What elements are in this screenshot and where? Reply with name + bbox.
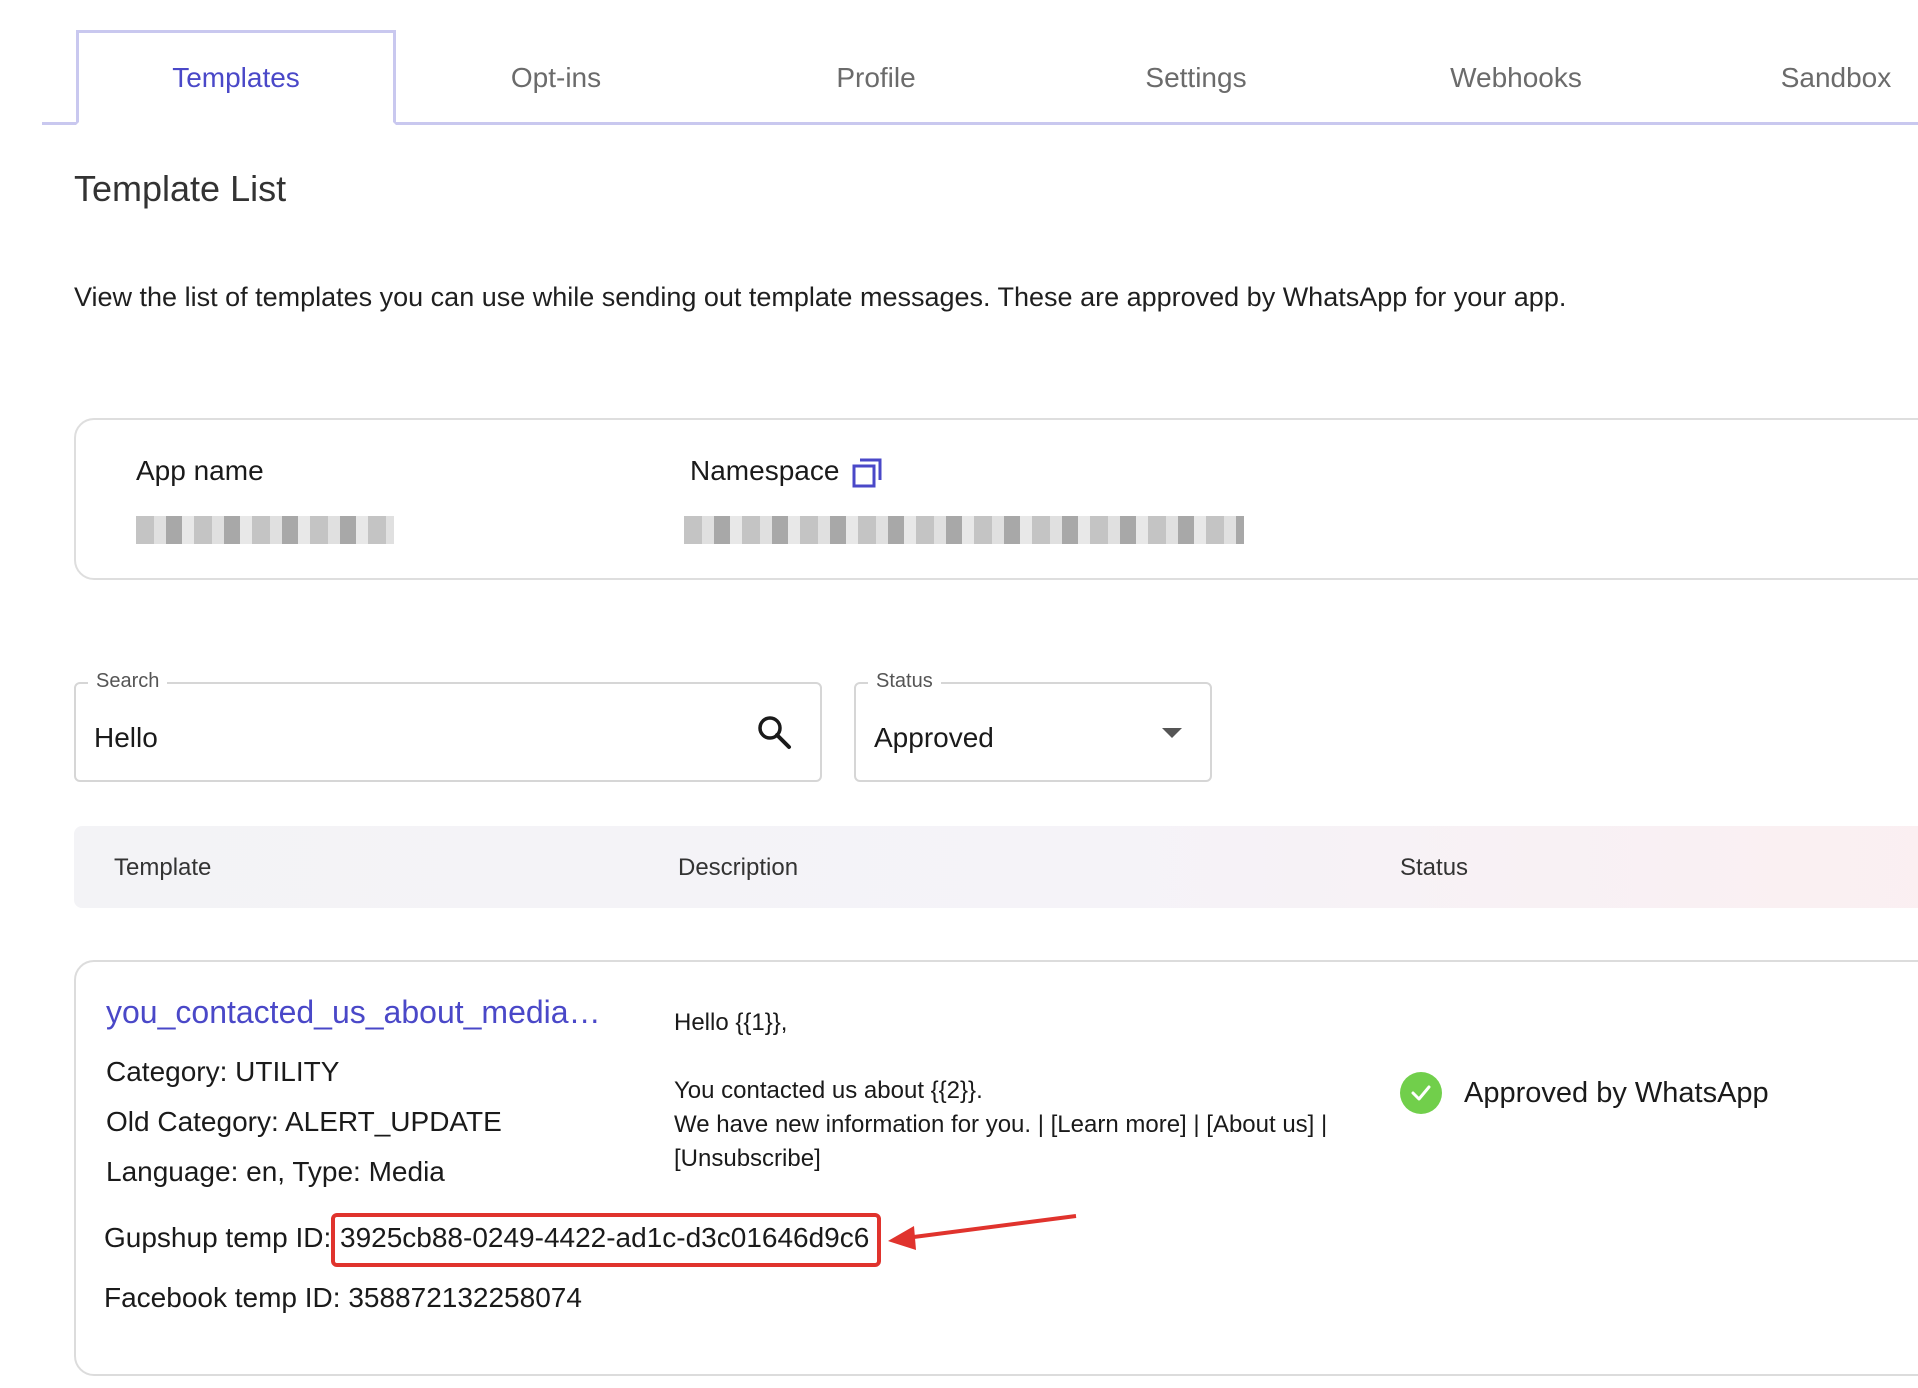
tab-webhooks[interactable]: Webhooks — [1356, 30, 1676, 125]
tab-opt-ins[interactable]: Opt-ins — [396, 30, 716, 125]
tab-settings[interactable]: Settings — [1036, 30, 1356, 125]
description-line: Hello {{1}}, — [674, 1009, 788, 1036]
annotation-arrow-icon — [888, 1214, 1077, 1250]
tab-bar: Templates Opt-ins Profile Settings Webho… — [0, 0, 1918, 126]
search-field[interactable]: Search Hello — [74, 670, 822, 782]
page-title: Template List — [74, 168, 287, 209]
search-label: Search — [88, 670, 168, 693]
tab-profile[interactable]: Profile — [716, 30, 1036, 125]
column-header-template: Template — [114, 854, 212, 881]
status-label: Status — [868, 670, 941, 693]
gupshup-id-value: 3925cb88-0249-4422-ad1c-d3c01646d9c6 — [340, 1222, 870, 1253]
namespace-label: Namespace — [690, 455, 840, 486]
tab-sandbox[interactable]: Sandbox — [1676, 30, 1918, 125]
column-header-status: Status — [1400, 854, 1469, 881]
table-header: Template Description Status — [74, 826, 1918, 908]
app-name-redacted — [136, 516, 394, 544]
page-intro: View the list of templates you can use w… — [74, 282, 1567, 312]
facebook-id: Facebook temp ID: 358872132258074 — [104, 1282, 582, 1313]
app-info-card — [74, 418, 1918, 580]
gupshup-id-label: Gupshup temp ID: — [104, 1222, 332, 1253]
tab-templates[interactable]: Templates — [76, 30, 396, 125]
description-line: [Unsubscribe] — [674, 1145, 821, 1172]
copy-icon[interactable] — [852, 458, 882, 488]
description-line: We have new information for you. | [Lear… — [674, 1111, 1328, 1138]
search-input[interactable]: Hello — [94, 722, 158, 754]
status-select[interactable]: Status Approved — [854, 670, 1212, 782]
search-icon[interactable] — [756, 714, 792, 750]
namespace-redacted — [684, 516, 1244, 544]
status-text: Approved by WhatsApp — [1464, 1076, 1769, 1109]
status-selected-value: Approved — [874, 722, 994, 753]
chevron-down-icon[interactable] — [1162, 728, 1182, 738]
status-cell: Approved by WhatsApp — [1400, 1072, 1769, 1114]
description-line: You contacted us about {{2}}. — [674, 1077, 983, 1104]
column-header-description: Description — [678, 854, 799, 881]
template-language-type: Language: en, Type: Media — [106, 1156, 445, 1187]
template-category: Category: UTILITY — [106, 1056, 340, 1087]
check-circle-icon — [1400, 1072, 1442, 1114]
template-old-category: Old Category: ALERT_UPDATE — [106, 1106, 502, 1137]
template-name-link[interactable]: you_contacted_us_about_media… — [106, 994, 601, 1031]
app-name-label: App name — [136, 455, 264, 486]
